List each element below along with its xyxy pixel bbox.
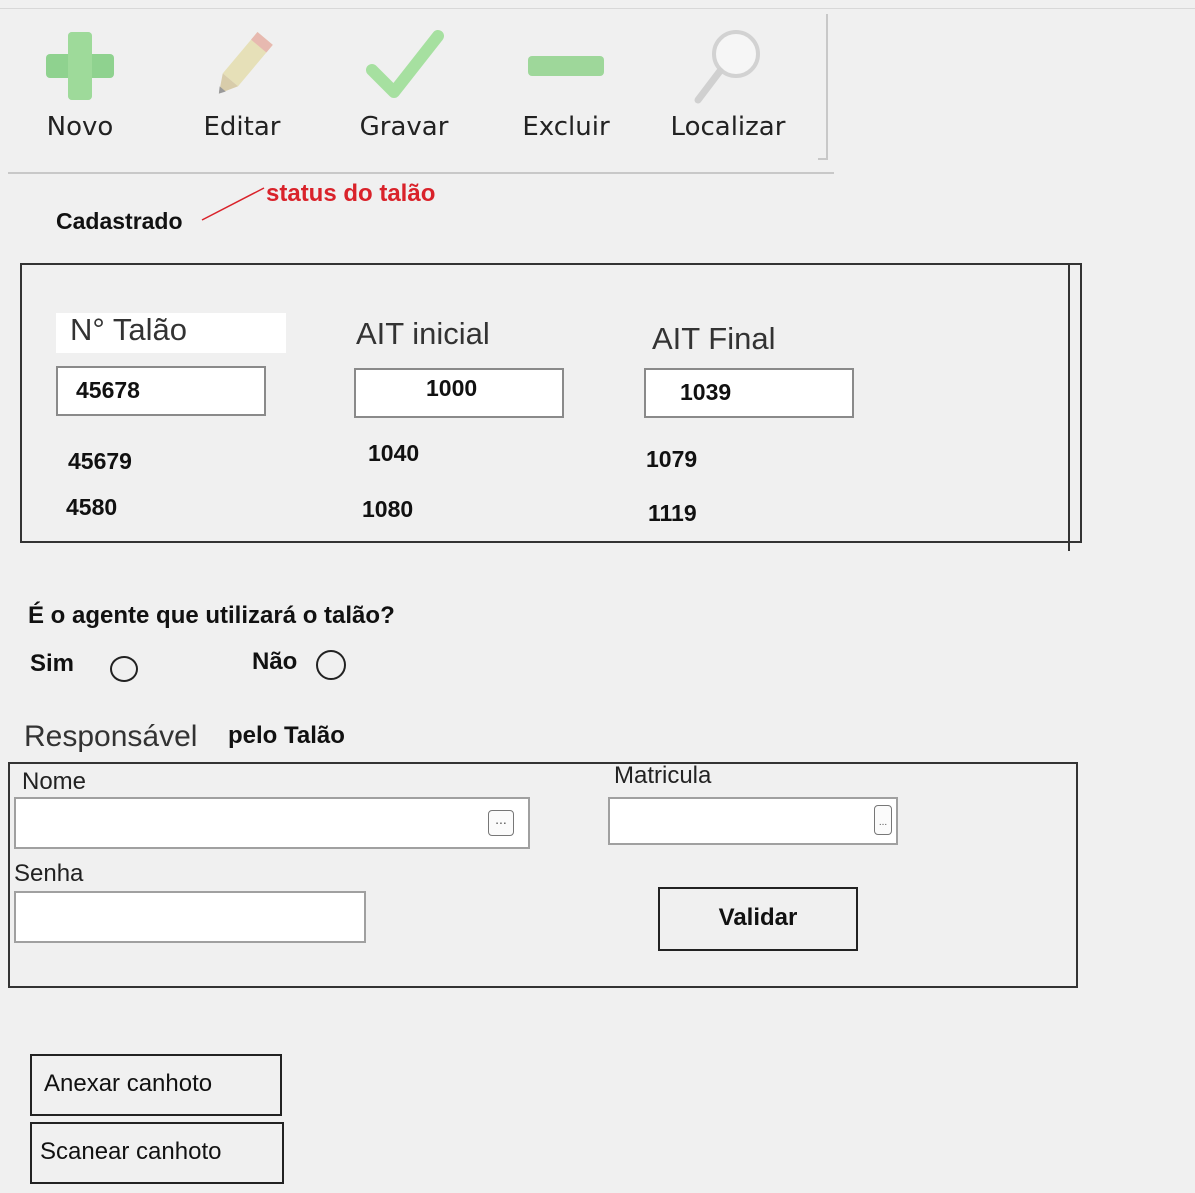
name-lookup-icon[interactable]: ...: [488, 810, 514, 836]
talao-number-row: 45679: [68, 448, 132, 474]
agent-question: É o agente que utilizará o talão?: [28, 602, 395, 629]
option-no-radio[interactable]: [316, 650, 346, 680]
new-label: Novo: [46, 112, 114, 142]
search-label: Localizar: [670, 112, 786, 142]
ait-final-row: 1119: [648, 500, 697, 526]
ait-initial-field[interactable]: 1000: [354, 368, 564, 418]
name-field[interactable]: ...: [14, 797, 530, 849]
top-border: [0, 8, 1195, 9]
validate-button[interactable]: Validar: [658, 887, 858, 951]
save-button[interactable]: Gravar: [344, 20, 464, 160]
edit-button[interactable]: Editar: [182, 20, 302, 160]
status-value: Cadastrado: [56, 208, 183, 234]
attach-stub-button[interactable]: Anexar canhoto: [30, 1054, 282, 1116]
panel-edge-line: [1068, 265, 1070, 551]
talao-number-header: N° Talão: [56, 313, 286, 353]
matricula-lookup-icon[interactable]: ...: [874, 805, 892, 835]
check-icon: [366, 30, 444, 98]
scan-stub-button[interactable]: Scanear canhoto: [30, 1122, 284, 1184]
matricula-label: Matricula: [614, 762, 712, 789]
minus-icon: [528, 56, 604, 76]
ait-initial-header: AIT inicial: [356, 316, 490, 351]
search-button[interactable]: Localizar: [668, 20, 788, 160]
ait-final-header: AIT Final: [652, 321, 776, 356]
responsible-panel: [8, 762, 1078, 988]
ait-final-field[interactable]: 1039: [644, 368, 854, 418]
responsible-title: Responsável: [24, 720, 198, 753]
status-annotation: status do talão: [266, 180, 436, 207]
save-label: Gravar: [359, 112, 449, 142]
option-no-label: Não: [252, 648, 298, 675]
delete-label: Excluir: [522, 112, 610, 142]
password-label: Senha: [14, 860, 84, 887]
pencil-icon: [218, 31, 273, 94]
annotation-line: [201, 187, 265, 221]
responsible-title-suffix: pelo Talão: [228, 722, 345, 749]
password-field[interactable]: [14, 891, 366, 943]
edit-label: Editar: [203, 112, 281, 142]
name-label: Nome: [22, 768, 87, 795]
magnifier-icon: [694, 30, 760, 104]
option-yes-radio[interactable]: [110, 656, 138, 682]
option-yes-label: Sim: [30, 650, 75, 677]
new-button[interactable]: Novo: [20, 20, 140, 160]
matricula-field[interactable]: ...: [608, 797, 898, 845]
ait-initial-row: 1040: [368, 440, 420, 466]
talao-number-field[interactable]: 45678: [56, 366, 266, 416]
ait-final-row: 1079: [646, 446, 698, 472]
toolbar-divider: [8, 172, 834, 174]
talao-number-row: 4580: [66, 494, 118, 520]
plus-icon: [46, 32, 114, 100]
delete-button[interactable]: Excluir: [506, 20, 626, 160]
toolbar-edge: [818, 14, 828, 160]
ait-initial-row: 1080: [362, 496, 414, 522]
